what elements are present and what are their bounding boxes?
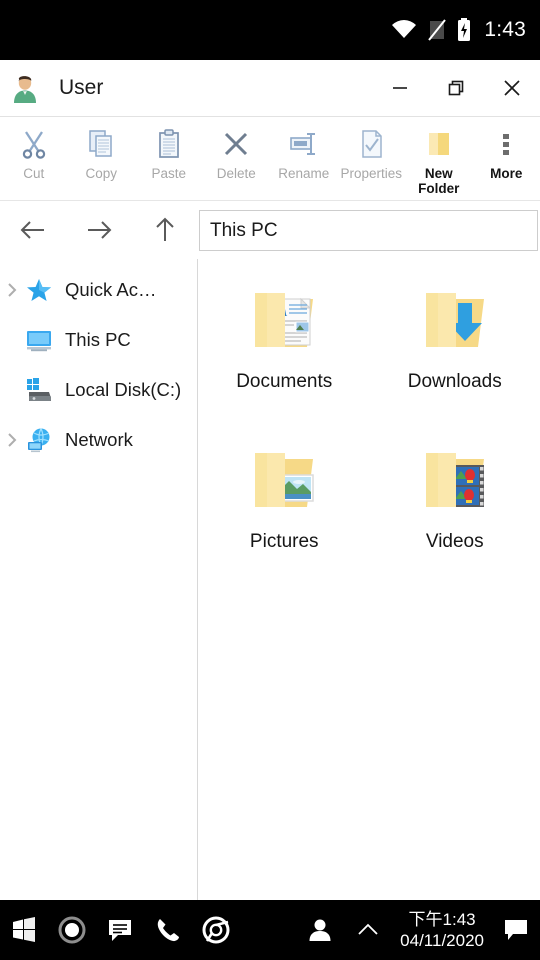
toolbar-cut-label: Cut	[23, 166, 45, 181]
scissors-icon	[18, 124, 50, 164]
folder-videos-icon	[412, 437, 498, 523]
file-toolbar: Cut Copy Paste Delete Rename Properties …	[0, 117, 540, 201]
sidebar-item-local-disk[interactable]: Local Disk(C:)	[0, 365, 197, 415]
hard-drive-icon	[24, 375, 54, 405]
star-icon	[24, 275, 54, 305]
monitor-icon	[24, 325, 54, 355]
folder-label-videos: Videos	[425, 531, 484, 552]
folder-label-documents: Documents	[236, 371, 333, 392]
person-icon[interactable]	[296, 900, 344, 960]
chevron-up-icon[interactable]	[344, 900, 392, 960]
folder-downloads-icon	[412, 277, 498, 363]
toolbar-delete-button[interactable]: Delete	[203, 117, 271, 201]
folder-documents-icon: A	[241, 277, 327, 363]
no-sim-signal-icon	[428, 19, 447, 41]
rename-label-icon	[288, 124, 320, 164]
chrome-icon[interactable]	[192, 900, 240, 960]
navigation-sidebar: Quick Ac… This PC Local Disk(C:) Network	[0, 259, 198, 900]
cortana-circle-icon[interactable]	[48, 900, 96, 960]
sidebar-item-network[interactable]: Network	[0, 415, 197, 465]
toolbar-copy-label: Copy	[85, 166, 117, 181]
clipboard-icon	[153, 124, 185, 164]
phone-screen: 1:43 User Cut Copy Paste Delete Rename P…	[0, 0, 540, 960]
toolbar-paste-button[interactable]: Paste	[135, 117, 203, 201]
taskbar-clock-date: 04/11/2020	[400, 931, 484, 950]
chevron-right-icon[interactable]	[0, 431, 24, 449]
restore-button[interactable]	[428, 60, 484, 117]
folder-icon	[423, 124, 455, 164]
toolbar-rename-button[interactable]: Rename	[270, 117, 338, 201]
folder-label-pictures: Pictures	[249, 531, 319, 552]
document-check-icon	[355, 124, 387, 164]
sidebar-label-quick-access: Quick Ac…	[65, 279, 157, 300]
window-title-bar: User	[0, 60, 540, 117]
address-bar-value: This PC	[210, 219, 278, 241]
sidebar-item-quick-access[interactable]: Quick Ac…	[0, 265, 197, 315]
explorer-body: Quick Ac… This PC Local Disk(C:) Network…	[0, 259, 540, 900]
sidebar-label-this-pc: This PC	[65, 329, 131, 350]
battery-charging-icon	[457, 18, 471, 42]
back-button[interactable]	[0, 201, 66, 259]
wifi-icon	[391, 20, 417, 40]
toolbar-more-button[interactable]: More	[473, 117, 540, 201]
folder-tile-downloads[interactable]: Downloads	[370, 267, 540, 427]
x-cross-icon	[220, 124, 252, 164]
overflow-dots-icon	[490, 124, 522, 164]
status-bar-clock: 1:43	[484, 18, 526, 41]
toolbar-properties-button[interactable]: Properties	[338, 117, 406, 201]
folder-pictures-icon	[241, 437, 327, 523]
toolbar-new-folder-label: New Folder	[418, 166, 460, 196]
toolbar-new-folder-button[interactable]: New Folder	[405, 117, 473, 201]
toolbar-more-label: More	[490, 166, 523, 181]
folder-grid: A	[199, 259, 540, 900]
taskbar-clock-time: 下午1:43	[408, 910, 476, 929]
toolbar-delete-label: Delete	[216, 166, 256, 181]
sidebar-item-this-pc[interactable]: This PC	[0, 315, 197, 365]
windows-start-icon[interactable]	[0, 900, 48, 960]
chevron-right-icon[interactable]	[0, 281, 24, 299]
phone-handset-icon[interactable]	[144, 900, 192, 960]
folder-tile-videos[interactable]: Videos	[370, 427, 540, 587]
network-globe-icon	[24, 425, 54, 455]
toolbar-copy-button[interactable]: Copy	[68, 117, 136, 201]
windows-taskbar: 下午1:43 04/11/2020	[0, 900, 540, 960]
folder-label-downloads: Downloads	[407, 371, 502, 392]
notification-bubble-icon[interactable]	[492, 900, 540, 960]
taskbar-clock[interactable]: 下午1:43 04/11/2020	[400, 909, 484, 951]
copy-pages-icon	[85, 124, 117, 164]
window-title: User	[59, 76, 104, 99]
sidebar-label-network: Network	[65, 429, 133, 450]
forward-button[interactable]	[66, 201, 132, 259]
android-status-bar: 1:43	[0, 0, 540, 60]
toolbar-paste-label: Paste	[151, 166, 187, 181]
toolbar-cut-button[interactable]: Cut	[0, 117, 68, 201]
toolbar-rename-label: Rename	[278, 166, 330, 181]
close-button[interactable]	[484, 60, 540, 117]
toolbar-properties-label: Properties	[340, 166, 403, 181]
sidebar-label-local-disk: Local Disk(C:)	[65, 379, 182, 400]
user-avatar-icon	[10, 73, 40, 103]
folder-tile-pictures[interactable]: Pictures	[199, 427, 370, 587]
address-bar[interactable]: This PC	[199, 210, 538, 251]
up-button[interactable]	[132, 201, 198, 259]
messages-bubble-icon[interactable]	[96, 900, 144, 960]
folder-tile-documents[interactable]: A	[199, 267, 370, 427]
minimize-button[interactable]	[372, 60, 428, 117]
